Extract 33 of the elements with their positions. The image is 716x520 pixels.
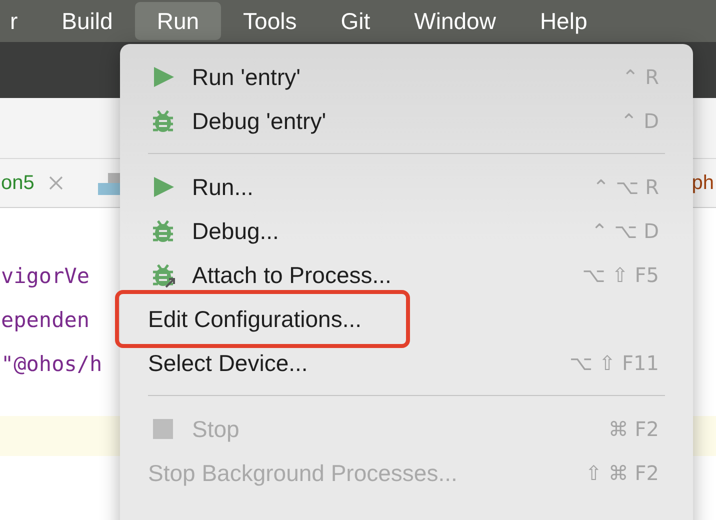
close-icon[interactable] [48, 175, 64, 191]
menu-item[interactable]: Debug... ⌃ ⌥ D [120, 209, 693, 253]
code-line: vigorVe [1, 263, 90, 290]
menu-title[interactable]: Window [392, 2, 518, 40]
menu-item[interactable]: Run 'entry' ⌃ R [120, 55, 693, 99]
code-line: "@ohos/h [1, 351, 102, 378]
bug-icon [150, 108, 176, 134]
shortcut-text: ⇧ ⌘ F2 [585, 461, 659, 485]
file-icon [98, 171, 120, 195]
bug-arrow-icon [150, 262, 176, 288]
shortcut-text: ⌘ F2 [608, 417, 659, 441]
shortcut-text: ⌃ ⌥ D [591, 219, 659, 243]
stop-icon [150, 416, 176, 442]
menu-title[interactable]: Help [518, 2, 610, 40]
editor-tab[interactable]: on5 [1, 172, 34, 194]
menu-title[interactable]: Run [134, 2, 222, 40]
code-line: ependen [1, 307, 90, 334]
bug-icon [150, 218, 176, 244]
menu-item[interactable]: Select Device... ⌥ ⇧ F11 [120, 341, 693, 385]
shortcut-text: ⌃ R [622, 65, 659, 89]
menu-item[interactable]: Run... ⌃ ⌥ R [120, 165, 693, 209]
menu-title[interactable]: Build [40, 2, 135, 40]
shortcut-text: ⌃ ⌥ R [592, 175, 659, 199]
menu-title[interactable]: r [0, 2, 40, 40]
menu-item[interactable]: Edit Configurations... [120, 297, 693, 341]
editor-tab[interactable]: ph [692, 172, 714, 194]
menu-title[interactable]: Tools [221, 2, 319, 40]
shortcut-text: ⌥ ⇧ F11 [570, 351, 659, 375]
menu-item[interactable]: Attach to Process... ⌥ ⇧ F5 [120, 253, 693, 297]
menu-title[interactable]: Git [318, 2, 392, 40]
shortcut-text: ⌥ ⇧ F5 [582, 263, 659, 287]
menu-item[interactable]: Debug 'entry' ⌃ D [120, 99, 693, 143]
shortcut-text: ⌃ D [620, 109, 659, 133]
